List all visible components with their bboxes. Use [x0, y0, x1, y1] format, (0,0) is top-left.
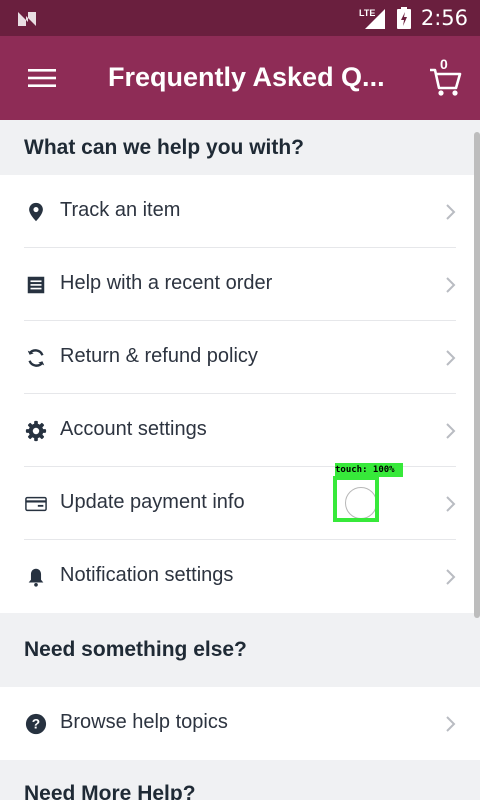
receipt-icon: [27, 276, 45, 294]
svg-text:LTE: LTE: [359, 8, 375, 18]
more-options-list: ? Browse help topics: [0, 687, 480, 760]
chevron-right-icon: [446, 423, 456, 439]
faq-content: What can we help you with? Track an item…: [0, 120, 480, 800]
list-item-label: Track an item: [60, 199, 181, 221]
page-title: Frequently Asked Q...: [108, 62, 385, 92]
list-item-notification-settings[interactable]: Notification settings: [0, 540, 480, 613]
question-circle-icon: ?: [25, 713, 47, 735]
location-pin-icon: [29, 202, 43, 222]
list-item-account-settings[interactable]: Account settings: [0, 394, 480, 467]
chevron-right-icon: [446, 350, 456, 366]
n-logo-icon: [18, 12, 36, 26]
list-item-label: Help with a recent order: [60, 272, 273, 294]
section-header-more-help: Need More Help?: [24, 782, 196, 800]
list-item-browse-help[interactable]: ? Browse help topics: [0, 687, 480, 760]
help-options-list: Track an item Help with a recent order R…: [0, 175, 480, 613]
touch-indicator-label: touch: 100%: [335, 463, 403, 477]
lte-signal-icon: LTE: [359, 8, 385, 29]
list-item-payment-info[interactable]: Update payment info: [0, 467, 480, 540]
battery-charging-icon: [396, 7, 411, 29]
chevron-right-icon: [446, 569, 456, 585]
scrollbar[interactable]: [474, 132, 480, 618]
list-item-label: Browse help topics: [60, 711, 228, 733]
list-item-recent-order[interactable]: Help with a recent order: [0, 248, 480, 321]
credit-card-icon: [25, 496, 47, 512]
svg-text:?: ?: [32, 717, 40, 732]
refresh-icon: [27, 349, 45, 367]
list-item-label: Update payment info: [60, 491, 245, 513]
bell-icon: [28, 568, 44, 587]
list-item-label: Return & refund policy: [60, 345, 258, 367]
gear-icon: [25, 420, 47, 442]
touch-indicator-box: [333, 476, 379, 522]
app-bar: Frequently Asked Q... 0: [0, 36, 480, 120]
list-item-return-policy[interactable]: Return & refund policy: [0, 321, 480, 394]
list-item-track-item[interactable]: Track an item: [0, 175, 480, 248]
chevron-right-icon: [446, 277, 456, 293]
cart-count-badge: 0: [440, 56, 448, 72]
list-item-label: Account settings: [60, 418, 207, 440]
list-item-label: Notification settings: [60, 564, 234, 586]
section-header-help: What can we help you with?: [24, 135, 305, 159]
hamburger-menu-icon[interactable]: [28, 68, 56, 88]
chevron-right-icon: [446, 716, 456, 732]
clock: 2:56: [420, 6, 468, 30]
chevron-right-icon: [446, 496, 456, 512]
section-header-else: Need something else?: [24, 638, 247, 661]
status-bar: LTE 2:56: [0, 0, 480, 36]
chevron-right-icon: [446, 204, 456, 220]
